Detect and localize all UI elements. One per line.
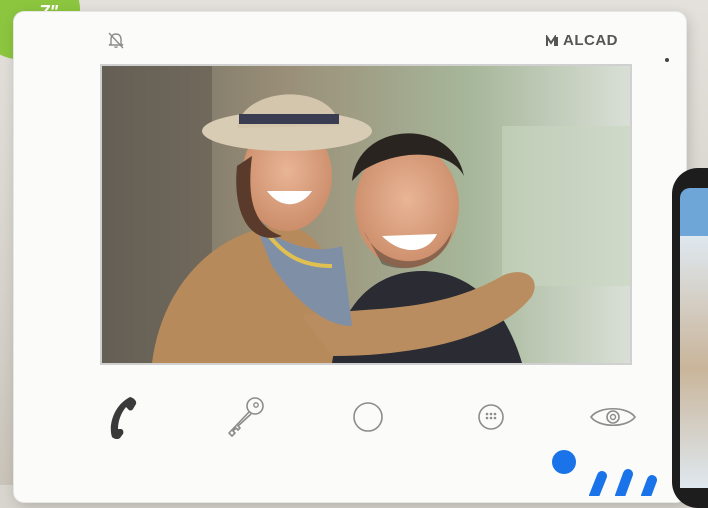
bell-muted-icon[interactable] bbox=[106, 30, 126, 50]
brand-name: ALCAD bbox=[563, 32, 618, 49]
home-button[interactable] bbox=[343, 392, 393, 442]
phone-handset-icon bbox=[110, 397, 137, 439]
menu-button[interactable] bbox=[466, 392, 516, 442]
camera-led bbox=[665, 58, 669, 62]
call-button[interactable] bbox=[98, 392, 148, 442]
control-panel bbox=[98, 392, 638, 442]
video-screen bbox=[100, 64, 632, 365]
view-camera-button[interactable] bbox=[588, 392, 638, 442]
door-open-button[interactable] bbox=[221, 392, 271, 442]
grid-dots-icon bbox=[477, 404, 504, 430]
key-icon bbox=[227, 397, 264, 437]
video-door-monitor: ALCAD bbox=[14, 12, 686, 502]
alcad-logo-icon bbox=[546, 34, 558, 46]
wifi-signal-icon bbox=[552, 450, 657, 496]
smartphone-screen bbox=[680, 188, 708, 488]
smartphone bbox=[672, 168, 708, 508]
camera-feed-image bbox=[102, 66, 630, 363]
brand-logo: ALCAD bbox=[546, 32, 618, 49]
circle-icon bbox=[353, 402, 383, 432]
eye-icon bbox=[590, 407, 636, 427]
